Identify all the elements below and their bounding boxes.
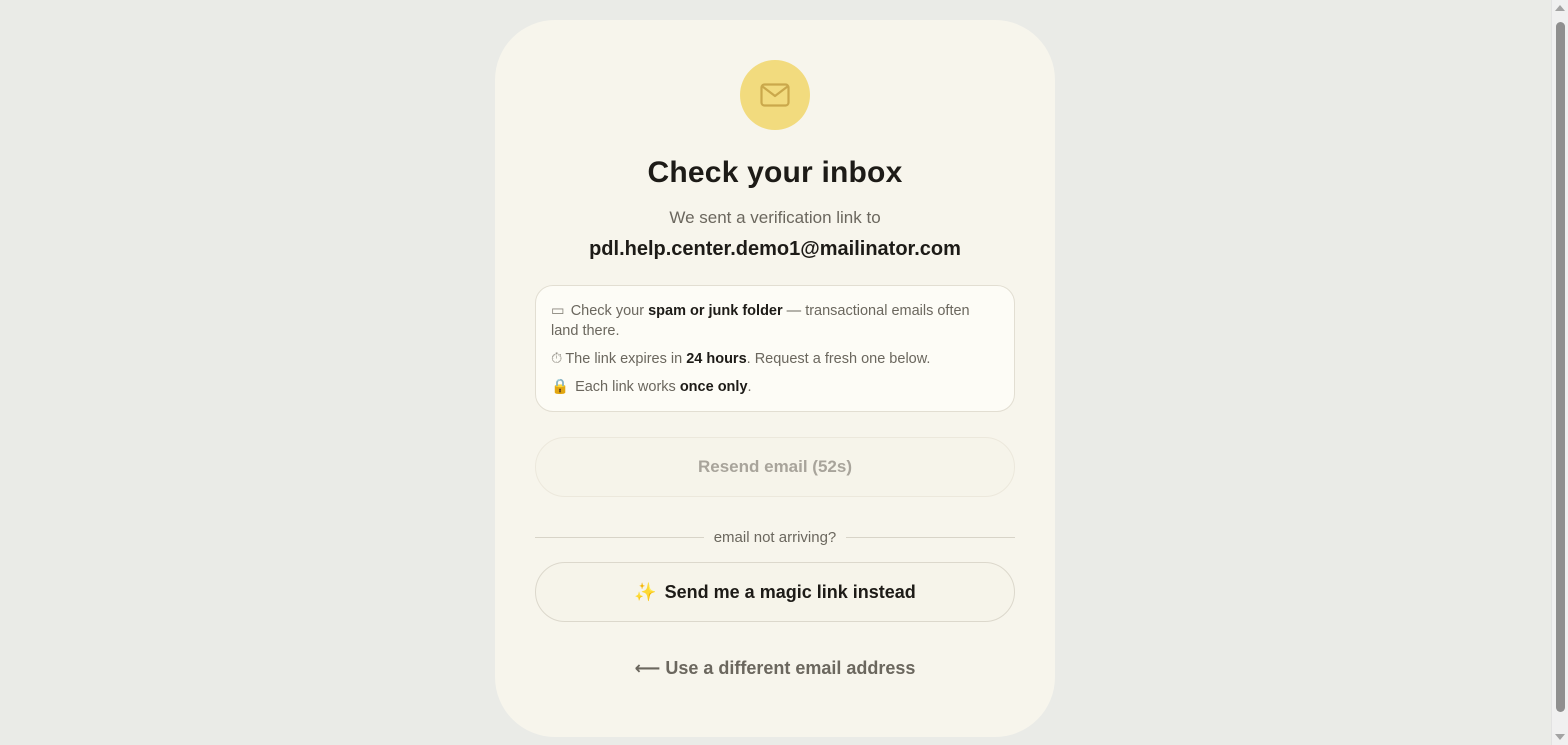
tip-once: 🔒 Each link works once only.	[551, 379, 752, 395]
divider-label: email not arriving?	[713, 528, 837, 546]
divider: email not arriving?	[535, 526, 1015, 548]
divider-line-right	[846, 536, 1015, 538]
divider-line-left	[535, 536, 704, 538]
scroll-down-arrow-icon[interactable]	[1555, 734, 1565, 740]
scroll-up-arrow-icon[interactable]	[1555, 5, 1565, 11]
resend-email-button[interactable]: Resend email (52s)	[535, 437, 1015, 497]
mail-badge	[740, 60, 810, 130]
scroll-thumb[interactable]	[1556, 22, 1565, 712]
inbox-tray-icon: ▭	[551, 303, 565, 319]
verification-card: Check your inbox We sent a verification …	[495, 20, 1055, 737]
magic-link-button[interactable]: ✨ Send me a magic link instead	[535, 562, 1015, 622]
recipient-email: pdl.help.center.demo1@mailinator.com	[589, 238, 961, 260]
envelope-icon	[760, 83, 790, 107]
sparkles-icon: ✨	[634, 581, 657, 602]
tip-expiry: ⏱ The link expires in 24 hours. Request a…	[551, 351, 931, 367]
lock-icon: 🔒	[551, 379, 570, 395]
scrollbar[interactable]	[1551, 0, 1568, 745]
magic-link-label: Send me a magic link instead	[664, 581, 916, 602]
tips-box: ▭ Check your spam or junk folder — transa…	[535, 285, 1015, 412]
different-email-link[interactable]: ⟵ Use a different email address	[495, 658, 1055, 679]
tip-spam: ▭ Check your spam or junk folder — transa…	[551, 303, 970, 339]
subtitle: We sent a verification link to	[669, 208, 881, 227]
page-title: Check your inbox	[647, 156, 903, 189]
stopwatch-icon: ⏱	[551, 351, 563, 367]
